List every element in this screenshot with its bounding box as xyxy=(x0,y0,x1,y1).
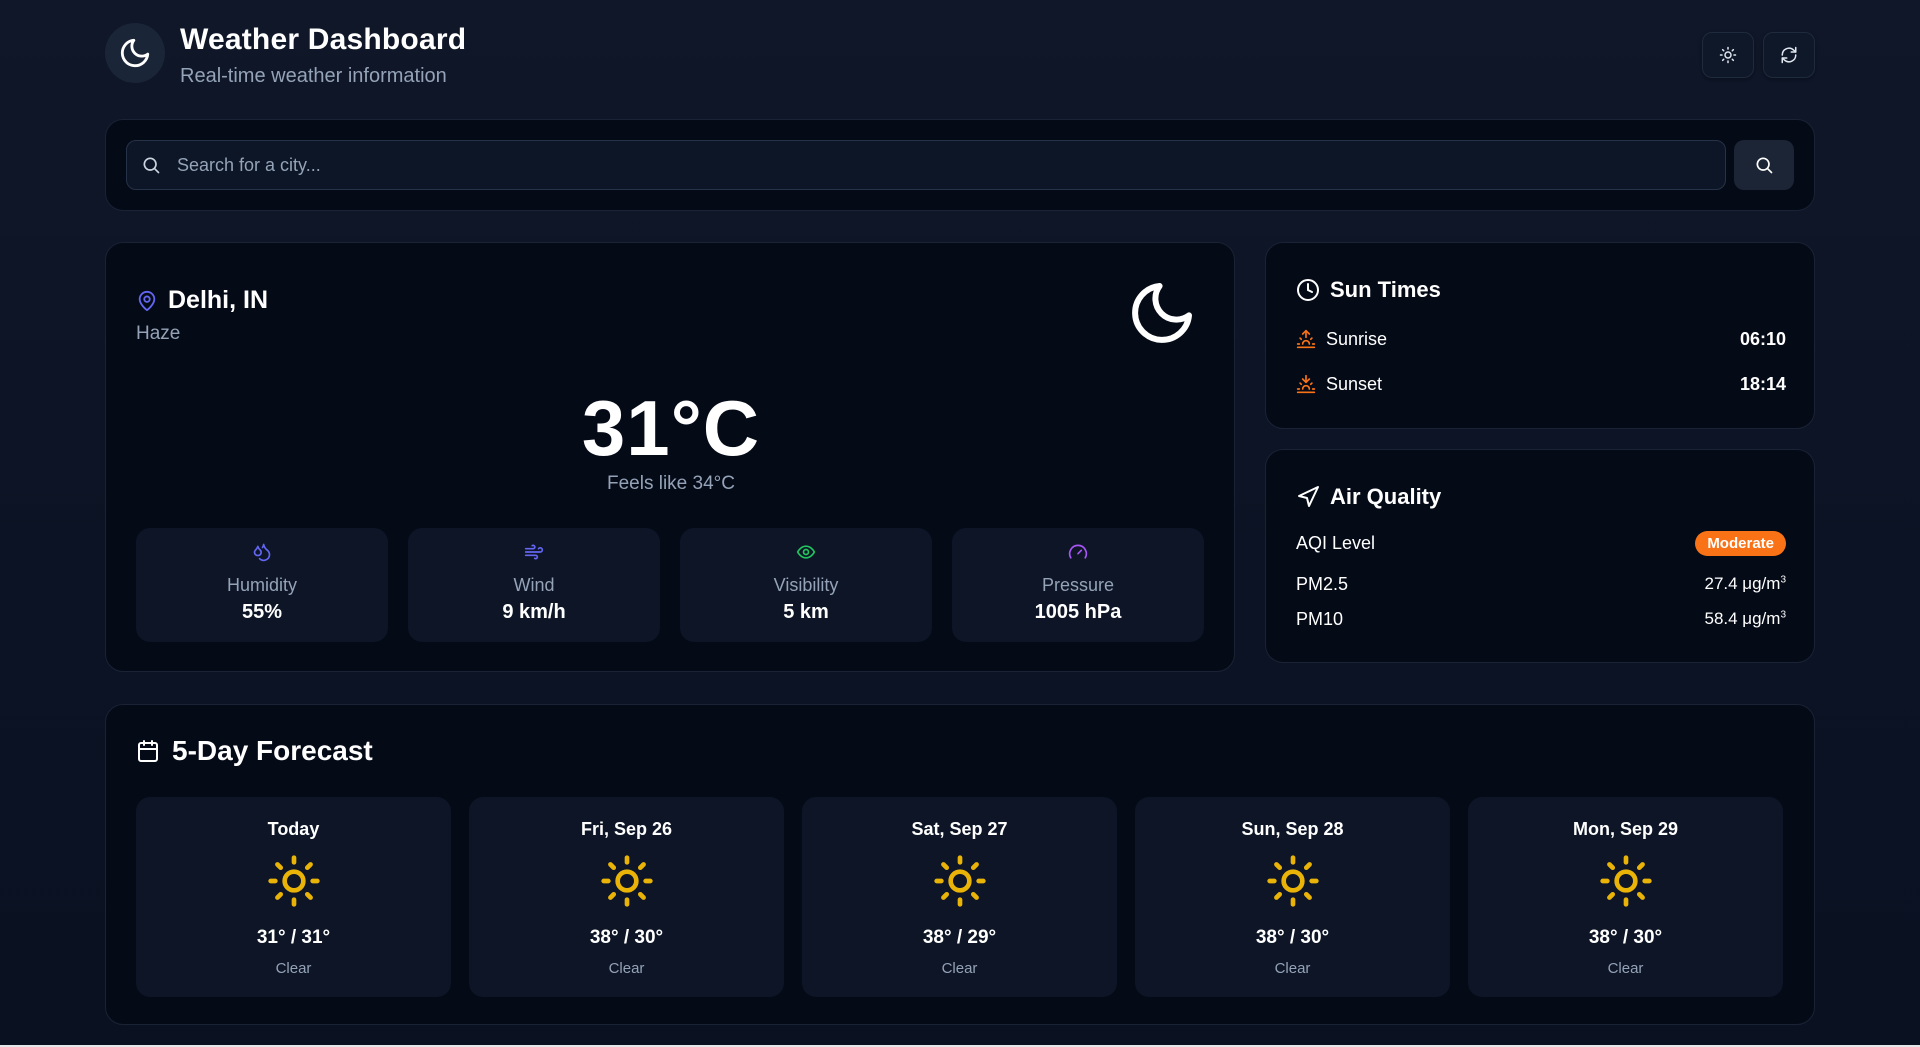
sun-icon xyxy=(136,853,451,909)
wind-icon xyxy=(408,542,660,562)
air-quality-card: Air Quality AQI Level Moderate PM2.5 27.… xyxy=(1265,449,1815,663)
search-icon xyxy=(143,157,160,174)
forecast-title: 5-Day Forecast xyxy=(172,735,373,766)
pressure-tile: Pressure 1005 hPa xyxy=(952,528,1204,642)
forecast-day-name: Mon, Sep 29 xyxy=(1572,819,1679,839)
forecast-condition: Clear xyxy=(941,960,978,977)
pressure-label: Pressure xyxy=(1041,575,1115,595)
search-input[interactable] xyxy=(177,141,1707,189)
sun-icon xyxy=(469,853,784,909)
forecast-condition: Clear xyxy=(1607,960,1644,977)
sunset-row: Sunset 18:14 xyxy=(1296,370,1786,398)
moon-icon xyxy=(1126,277,1198,354)
feels-like: Feels like 34°C xyxy=(607,473,735,494)
visibility-label: Visibility xyxy=(773,575,839,595)
search-panel xyxy=(105,119,1815,211)
sun-small-icon xyxy=(1719,46,1737,64)
location-name: Delhi, IN xyxy=(168,286,269,314)
pm25-row: PM2.5 27.4 μg/m3 xyxy=(1296,570,1786,598)
current-weather-card: Delhi, IN Haze 31°C Feels like 34°C Humi… xyxy=(105,242,1235,672)
sunset-label: Sunset xyxy=(1326,373,1383,394)
forecast-day: Mon, Sep 29 38° / 30° Clear xyxy=(1468,797,1783,997)
aqi-label: AQI Level xyxy=(1296,532,1376,553)
forecast-day: Sun, Sep 28 38° / 30° Clear xyxy=(1135,797,1450,997)
forecast-temps: 38° / 30° xyxy=(1588,927,1663,948)
pm25-label: PM2.5 xyxy=(1296,573,1349,594)
search-button[interactable] xyxy=(1734,140,1794,190)
pm25-value-wrap: 27.4 μg/m3 xyxy=(1704,574,1786,594)
sunset-time: 18:14 xyxy=(1739,373,1786,394)
wind-label: Wind xyxy=(513,575,555,595)
forecast-condition: Clear xyxy=(608,960,645,977)
forecast-condition: Clear xyxy=(275,960,312,977)
map-pin-icon xyxy=(138,290,156,311)
pm25-unit-sup: 3 xyxy=(1780,574,1786,586)
visibility-tile: Visibility 5 km xyxy=(680,528,932,642)
current-temperature: 31°C xyxy=(581,384,761,472)
pm10-unit-sup: 3 xyxy=(1780,609,1786,621)
theme-toggle-button[interactable] xyxy=(1702,32,1754,78)
page: Weather Dashboard Real-time weather info… xyxy=(0,0,1920,1047)
refresh-button[interactable] xyxy=(1763,32,1815,78)
forecast-day-name: Sun, Sep 28 xyxy=(1241,819,1344,839)
current-condition: Haze xyxy=(136,323,181,344)
forecast-condition: Clear xyxy=(1274,960,1311,977)
app-subtitle: Real-time weather information xyxy=(180,65,447,87)
aqi-badge: Moderate xyxy=(1695,530,1786,556)
gauge-icon xyxy=(952,542,1204,562)
air-quality-header: Air Quality xyxy=(1296,484,1441,510)
sun-icon xyxy=(1468,853,1783,909)
location: Delhi, IN xyxy=(136,286,268,315)
wind-tile: Wind 9 km/h xyxy=(408,528,660,642)
sunrise-label: Sunrise xyxy=(1326,328,1388,349)
app-title: Weather Dashboard xyxy=(180,23,467,56)
visibility-value: 5 km xyxy=(783,601,829,623)
sun-times-card: Sun Times Sunrise 06:10 Sunset 18:14 xyxy=(1265,242,1815,429)
forecast-day-name: Fri, Sep 26 xyxy=(580,819,673,839)
forecast-temps: 31° / 31° xyxy=(256,927,331,948)
air-quality-title: Air Quality xyxy=(1330,484,1442,509)
sunset-icon xyxy=(1296,374,1316,394)
pm10-row: PM10 58.4 μg/m3 xyxy=(1296,605,1786,633)
pm10-value-wrap: 58.4 μg/m3 xyxy=(1704,609,1786,629)
humidity-label: Humidity xyxy=(226,575,297,595)
navigation-icon xyxy=(1298,486,1319,507)
eye-icon xyxy=(680,542,932,562)
forecast-header: 5-Day Forecast xyxy=(136,735,373,767)
refresh-icon xyxy=(1781,46,1797,64)
forecast-day: Sat, Sep 27 38° / 29° Clear xyxy=(802,797,1117,997)
calendar-icon xyxy=(138,740,158,762)
search-icon xyxy=(1756,157,1773,174)
pm10-value: 58.4 μg/m xyxy=(1704,609,1781,628)
sun-icon xyxy=(1135,853,1450,909)
moon-logo-icon xyxy=(105,23,165,83)
forecast-day: Fri, Sep 26 38° / 30° Clear xyxy=(469,797,784,997)
sun-icon xyxy=(802,853,1117,909)
sun-times-header: Sun Times xyxy=(1296,277,1441,303)
sunrise-row: Sunrise 06:10 xyxy=(1296,325,1786,353)
droplets-icon xyxy=(136,542,388,562)
app-header: Weather Dashboard Real-time weather info… xyxy=(105,23,1815,91)
aqi-row: AQI Level Moderate xyxy=(1296,529,1786,557)
humidity-value: 55% xyxy=(241,601,283,623)
humidity-tile: Humidity 55% xyxy=(136,528,388,642)
forecast-temps: 38° / 30° xyxy=(589,927,664,948)
pm10-label: PM10 xyxy=(1296,608,1344,629)
search-field xyxy=(126,140,1726,190)
pm25-value: 27.4 μg/m xyxy=(1704,574,1781,593)
sunrise-time: 06:10 xyxy=(1739,328,1786,349)
forecast-day-name: Today xyxy=(267,819,320,839)
forecast-card: 5-Day Forecast Today 31° / 31° Clear Fri, S… xyxy=(105,704,1815,1025)
sunrise-icon xyxy=(1296,329,1316,349)
forecast-day-name: Sat, Sep 27 xyxy=(911,819,1008,839)
clock-icon xyxy=(1297,279,1319,301)
forecast-temps: 38° / 29° xyxy=(922,927,997,948)
pressure-value: 1005 hPa xyxy=(1034,601,1122,623)
wind-value: 9 km/h xyxy=(502,601,566,623)
forecast-day: Today 31° / 31° Clear xyxy=(136,797,451,997)
sun-times-title: Sun Times xyxy=(1330,277,1441,302)
forecast-temps: 38° / 30° xyxy=(1255,927,1330,948)
